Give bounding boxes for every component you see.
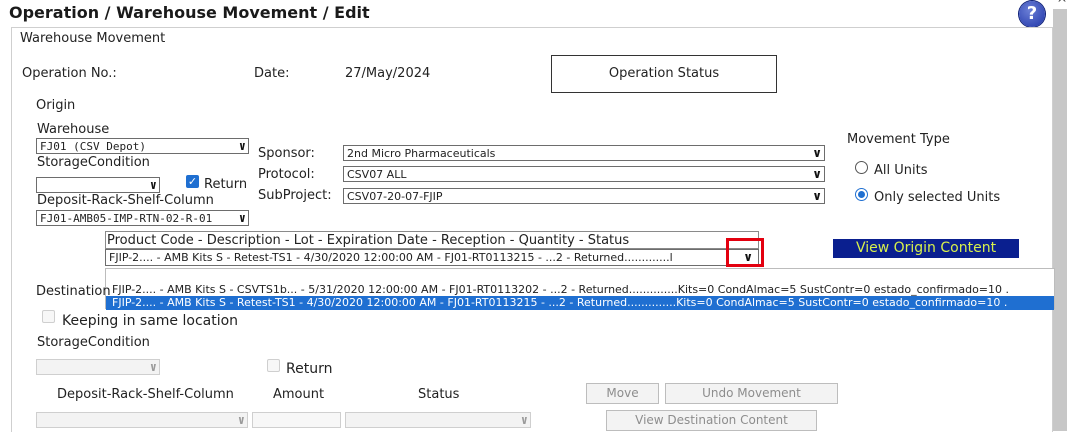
sponsor-label: Sponsor: xyxy=(258,146,315,161)
chevron-down-icon: ∨ xyxy=(812,146,822,160)
deposit-select[interactable]: FJ01-AMB05-IMP-RTN-02-R-01 ∨ xyxy=(36,210,249,226)
product-option-selected[interactable]: FJIP-2.... - AMB Kits S - Retest-TS1 - 4… xyxy=(106,296,1054,310)
chevron-down-icon: ∨ xyxy=(237,413,245,427)
dest-return-checkbox[interactable] xyxy=(267,359,280,372)
undo-movement-button[interactable]: Undo Movement xyxy=(665,383,838,404)
operation-no-label: Operation No.: xyxy=(22,66,117,81)
chevron-down-icon: ∨ xyxy=(812,189,822,203)
origin-title: Origin xyxy=(36,98,76,113)
dest-deposit-select[interactable]: ∨ xyxy=(36,412,248,428)
dest-deposit-label: Deposit-Rack-Shelf-Column xyxy=(57,387,234,402)
chevron-down-icon: ∨ xyxy=(149,178,157,192)
warehouse-select[interactable]: FJ01 (CSV Depot) ∨ xyxy=(36,138,249,154)
protocol-select-value: CSV07 ALL xyxy=(347,168,407,181)
chevron-down-icon: ∨ xyxy=(812,167,822,181)
sponsor-select-value: 2nd Micro Pharmaceuticals xyxy=(347,147,496,160)
keeping-same-location-label: Keeping in same location xyxy=(62,313,239,329)
warehouse-select-value: FJ01 (CSV Depot) xyxy=(40,140,146,153)
vertical-scrollbar[interactable] xyxy=(1053,9,1067,431)
view-origin-content-button[interactable]: View Origin Content xyxy=(833,239,1019,258)
radio-all-units-label: All Units xyxy=(874,163,928,178)
origin-return-checkbox[interactable]: ✓ xyxy=(186,175,199,188)
chevron-down-icon: ∨ xyxy=(149,360,157,374)
chevron-down-icon: ∨ xyxy=(520,413,528,427)
dest-amount-label: Amount xyxy=(273,387,325,402)
storage-condition-select[interactable]: ∨ xyxy=(36,177,160,193)
product-select-value: FJIP-2.... - AMB Kits S - Retest-TS1 - 4… xyxy=(109,251,673,264)
radio-only-selected-units[interactable] xyxy=(855,188,868,201)
storage-condition-label: StorageCondition xyxy=(37,155,150,170)
dest-status-label: Status xyxy=(418,387,460,402)
dest-status-select[interactable]: ∨ xyxy=(345,412,531,428)
subproject-select[interactable]: CSV07-20-07-FJIP ∨ xyxy=(343,188,825,204)
dest-amount-input[interactable] xyxy=(252,412,341,428)
page-title: Operation / Warehouse Movement / Edit xyxy=(9,3,370,22)
warehouse-movement-panel xyxy=(11,27,1053,432)
dest-return-label: Return xyxy=(286,361,333,377)
operation-status-button[interactable]: Operation Status xyxy=(551,55,777,93)
subproject-label: SubProject: xyxy=(258,188,332,203)
keeping-same-location-checkbox[interactable] xyxy=(42,310,55,323)
date-value: 27/May/2024 xyxy=(345,66,431,81)
highlight-box xyxy=(726,238,764,267)
product-select[interactable]: FJIP-2.... - AMB Kits S - Retest-TS1 - 4… xyxy=(105,249,759,266)
protocol-select[interactable]: CSV07 ALL ∨ xyxy=(343,166,825,182)
panel-legend: Warehouse Movement xyxy=(20,31,166,46)
warehouse-label: Warehouse xyxy=(37,122,110,137)
dest-storage-condition-select[interactable]: ∨ xyxy=(36,359,160,375)
chevron-down-icon: ∨ xyxy=(238,211,246,225)
view-destination-content-button[interactable]: View Destination Content xyxy=(606,410,817,431)
move-button[interactable]: Move xyxy=(586,383,659,404)
chevron-down-icon: ∨ xyxy=(238,139,246,153)
origin-return-label: Return xyxy=(204,177,248,192)
product-dropdown-list[interactable]: FJIP-2.... - AMB Kits S - CSVTS1b... - 5… xyxy=(105,268,1055,310)
subproject-select-value: CSV07-20-07-FJIP xyxy=(347,190,443,203)
protocol-label: Protocol: xyxy=(258,167,315,182)
product-option[interactable]: FJIP-2.... - AMB Kits S - CSVTS1b... - 5… xyxy=(106,283,1054,297)
date-label: Date: xyxy=(254,66,290,81)
sponsor-select[interactable]: 2nd Micro Pharmaceuticals ∨ xyxy=(343,145,825,161)
dest-storage-condition-label: StorageCondition xyxy=(37,335,150,350)
movement-type-label: Movement Type xyxy=(847,132,950,147)
deposit-select-value: FJ01-AMB05-IMP-RTN-02-R-01 xyxy=(40,212,213,225)
destination-title: Destination xyxy=(36,284,111,299)
help-icon[interactable]: ? xyxy=(1019,1,1045,27)
radio-only-selected-units-label: Only selected Units xyxy=(874,190,1001,205)
radio-all-units[interactable] xyxy=(855,161,868,174)
deposit-label: Deposit-Rack-Shelf-Column xyxy=(37,193,214,208)
product-header: Product Code - Description - Lot - Expir… xyxy=(107,233,630,248)
